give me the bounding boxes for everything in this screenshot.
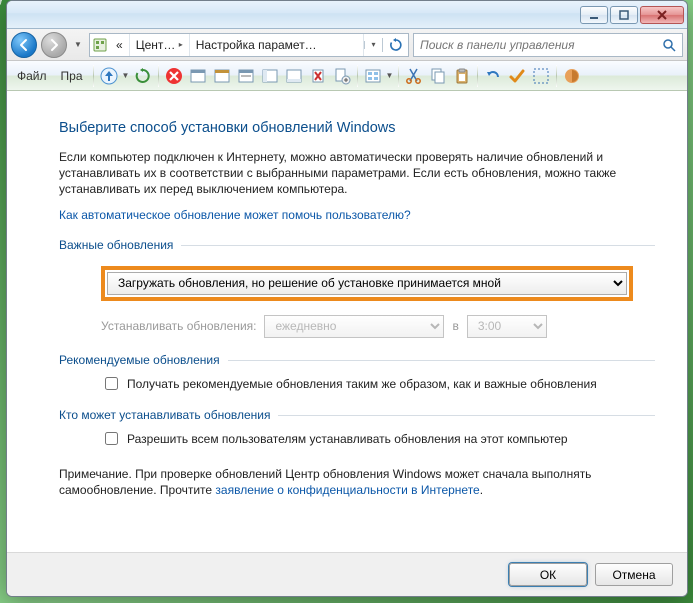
who-checkbox[interactable] <box>105 432 118 445</box>
extras-icon[interactable] <box>561 65 583 87</box>
who-checkbox-label: Разрешить всем пользователям устанавлива… <box>127 431 568 447</box>
nav-back-button[interactable] <box>11 32 37 58</box>
minimize-button[interactable] <box>580 6 608 24</box>
search-box[interactable] <box>413 33 683 57</box>
search-input[interactable] <box>414 34 656 56</box>
dialog-footer: ОК Отмена <box>7 552 687 596</box>
highlight-box: Загружать обновления, но решение об уста… <box>101 266 633 301</box>
window-icon-5[interactable] <box>283 65 305 87</box>
page-heading: Выберите способ установки обновлений Win… <box>59 119 655 139</box>
content-area: Выберите способ установки обновлений Win… <box>7 91 687 552</box>
recommended-checkbox-row[interactable]: Получать рекомендуемые обновления таким … <box>101 376 655 393</box>
help-link[interactable]: Как автоматическое обновление может помо… <box>59 208 411 222</box>
page-description: Если компьютер подключен к Интернету, мо… <box>59 149 655 198</box>
section-important-updates: Важные обновления <box>59 237 655 253</box>
section-who-can-install: Кто может устанавливать обновления <box>59 407 655 423</box>
refresh-icon[interactable] <box>132 65 154 87</box>
breadcrumb-segment-1[interactable]: Цент… ▸ <box>130 34 190 56</box>
menu-file[interactable]: Файл <box>11 65 53 87</box>
privacy-link[interactable]: заявление о конфиденциальности в Интерне… <box>215 483 479 497</box>
breadcrumb-bar[interactable]: « Цент… ▸ Настройка парамет… ▾ <box>89 33 409 57</box>
nav-history-dropdown[interactable]: ▼ <box>71 41 85 49</box>
schedule-at: в <box>452 318 458 334</box>
schedule-time-select: 3:00 <box>467 315 547 338</box>
recommended-checkbox-label: Получать рекомендуемые обновления таким … <box>127 376 597 392</box>
menu-edit[interactable]: Пра <box>55 65 89 87</box>
breadcrumb-segment-2[interactable]: Настройка парамет… <box>190 34 364 56</box>
schedule-row: Устанавливать обновления: ежедневно в 3:… <box>101 315 655 338</box>
note-text: Примечание. При проверке обновлений Цент… <box>59 466 655 498</box>
navigation-bar: ▼ « Цент… ▸ Настройка парамет… ▾ <box>7 29 687 61</box>
schedule-freq-select: ежедневно <box>264 315 444 338</box>
view-icon[interactable] <box>362 65 384 87</box>
stop-icon[interactable] <box>163 65 185 87</box>
nav-up-dropdown[interactable]: ▼ <box>122 71 130 80</box>
section-important-label: Важные обновления <box>59 237 181 253</box>
section-who-label: Кто может устанавливать обновления <box>59 407 278 423</box>
maximize-button[interactable] <box>610 6 638 24</box>
important-updates-select[interactable]: Загружать обновления, но решение об уста… <box>107 272 627 295</box>
close-button[interactable] <box>640 6 684 24</box>
control-panel-icon <box>90 37 110 53</box>
delete-icon[interactable] <box>307 65 329 87</box>
copy-icon[interactable] <box>427 65 449 87</box>
settings-window: ▼ « Цент… ▸ Настройка парамет… ▾ Файл Пр… <box>6 0 688 597</box>
toolbar: Файл Пра ▼ ▼ <box>7 61 687 91</box>
window-icon-2[interactable] <box>211 65 233 87</box>
cut-icon[interactable] <box>403 65 425 87</box>
who-checkbox-row[interactable]: Разрешить всем пользователям устанавлива… <box>101 431 655 448</box>
window-icon-3[interactable] <box>235 65 257 87</box>
ok-button[interactable]: ОК <box>509 563 587 586</box>
cancel-button[interactable]: Отмена <box>595 563 673 586</box>
nav-up-icon[interactable] <box>98 65 120 87</box>
confirm-icon[interactable] <box>506 65 528 87</box>
breadcrumb-dropdown[interactable]: ▾ <box>364 41 382 49</box>
window-titlebar <box>7 1 687 29</box>
search-icon[interactable] <box>656 38 682 52</box>
properties-icon[interactable] <box>331 65 353 87</box>
section-recommended-updates: Рекомендуемые обновления <box>59 352 655 368</box>
view-dropdown[interactable]: ▼ <box>386 71 394 80</box>
select-mode-icon[interactable] <box>530 65 552 87</box>
section-recommended-label: Рекомендуемые обновления <box>59 352 228 368</box>
undo-icon[interactable] <box>482 65 504 87</box>
window-icon-1[interactable] <box>187 65 209 87</box>
breadcrumb-prev-chevron[interactable]: « <box>110 34 130 56</box>
schedule-label: Устанавливать обновления: <box>101 318 256 334</box>
recommended-checkbox[interactable] <box>105 377 118 390</box>
nav-forward-button[interactable] <box>41 32 67 58</box>
refresh-button[interactable] <box>382 38 408 52</box>
window-icon-4[interactable] <box>259 65 281 87</box>
paste-icon[interactable] <box>451 65 473 87</box>
